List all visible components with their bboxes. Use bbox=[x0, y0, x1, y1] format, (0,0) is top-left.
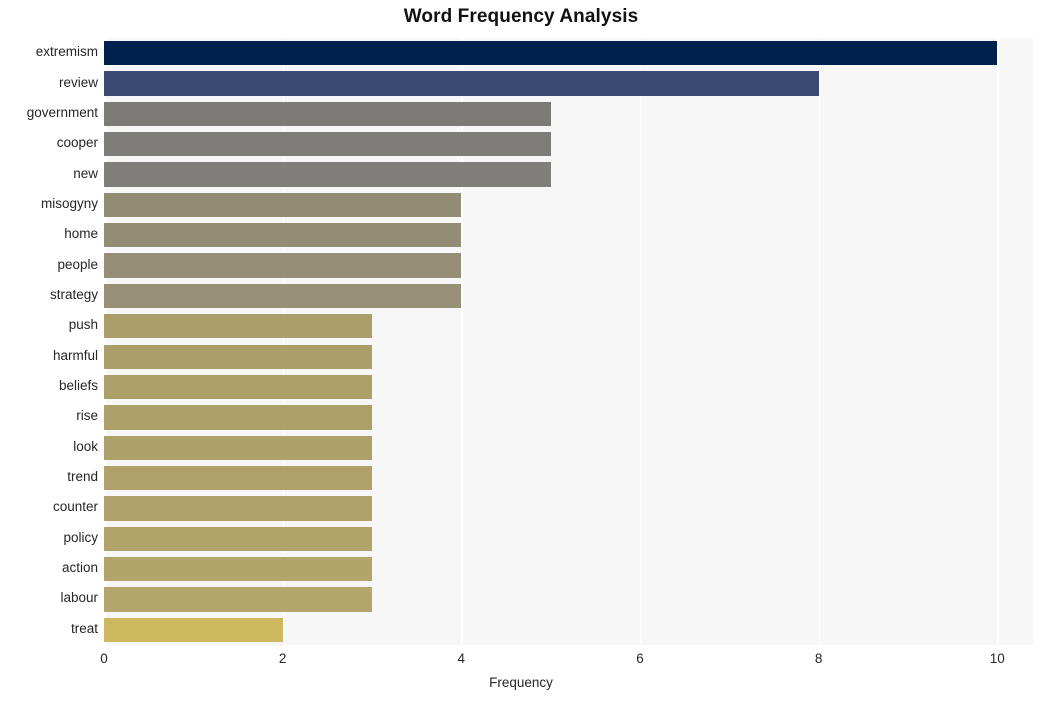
y-tick-label-cooper: cooper bbox=[56, 135, 98, 151]
bar-row bbox=[104, 101, 1033, 126]
y-tick-label-extremism: extremism bbox=[35, 44, 98, 60]
chart-figure: Word Frequency Analysis extremism review g… bbox=[0, 0, 1042, 701]
bar-row bbox=[104, 344, 1033, 369]
bar-cooper[interactable] bbox=[104, 132, 551, 157]
bar-row bbox=[104, 435, 1033, 460]
bar-new[interactable] bbox=[104, 162, 551, 187]
bar-row bbox=[104, 496, 1033, 521]
y-tick-label-trend: trend bbox=[67, 469, 98, 485]
bar-review[interactable] bbox=[104, 71, 819, 96]
x-axis-tick-labels: 0 2 4 6 8 10 bbox=[0, 651, 1042, 671]
bar-row bbox=[104, 162, 1033, 187]
y-tick-label-people: people bbox=[57, 256, 98, 272]
bar-row bbox=[104, 192, 1033, 218]
bar-people[interactable] bbox=[104, 253, 462, 278]
x-axis-title: Frequency bbox=[489, 675, 553, 690]
y-tick-label-harmful: harmful bbox=[52, 347, 98, 363]
bar-row bbox=[104, 374, 1033, 400]
bar-row bbox=[104, 41, 1033, 66]
bar-harmful[interactable] bbox=[104, 344, 372, 369]
bar-row bbox=[104, 617, 1033, 642]
y-tick-label-review: review bbox=[58, 74, 98, 90]
bar-beliefs[interactable] bbox=[104, 374, 372, 400]
bar-row bbox=[104, 405, 1033, 430]
y-tick-label-rise: rise bbox=[76, 408, 98, 424]
x-tick-label-10: 10 bbox=[989, 651, 1005, 666]
bar-look[interactable] bbox=[104, 435, 372, 460]
y-tick-label-new: new bbox=[73, 165, 98, 181]
x-tick-label-8: 8 bbox=[814, 651, 823, 666]
x-tick-label-2: 2 bbox=[278, 651, 287, 666]
x-tick-label-6: 6 bbox=[636, 651, 644, 666]
y-tick-label-push: push bbox=[68, 317, 98, 333]
y-tick-label-government: government bbox=[26, 104, 98, 120]
bar-row bbox=[104, 71, 1033, 96]
bar-row bbox=[104, 223, 1033, 248]
y-tick-label-misogyny: misogyny bbox=[40, 195, 98, 211]
chart-title: Word Frequency Analysis bbox=[403, 6, 639, 27]
plot-area bbox=[104, 38, 1033, 645]
bar-row bbox=[104, 587, 1033, 612]
bar-row bbox=[104, 526, 1033, 551]
bar-row bbox=[104, 465, 1033, 491]
y-tick-label-labour: labour bbox=[60, 590, 98, 606]
bar-extremism[interactable] bbox=[104, 41, 998, 66]
bars-layer bbox=[104, 38, 1033, 645]
y-tick-label-home: home bbox=[64, 226, 98, 242]
bar-row bbox=[104, 253, 1033, 278]
bar-government[interactable] bbox=[104, 101, 551, 126]
y-tick-label-look: look bbox=[73, 438, 98, 454]
bar-home[interactable] bbox=[104, 223, 462, 248]
bar-push[interactable] bbox=[104, 314, 372, 339]
x-tick-label-4: 4 bbox=[457, 651, 466, 666]
y-tick-label-beliefs: beliefs bbox=[58, 378, 98, 394]
bar-row bbox=[104, 314, 1033, 339]
y-tick-label-policy: policy bbox=[63, 529, 98, 545]
bar-treat[interactable] bbox=[104, 617, 283, 642]
y-tick-label-strategy: strategy bbox=[49, 286, 98, 302]
x-tick-label-0: 0 bbox=[100, 651, 108, 666]
bar-row bbox=[104, 556, 1033, 582]
bar-action[interactable] bbox=[104, 556, 372, 582]
bar-row bbox=[104, 132, 1033, 157]
bar-counter[interactable] bbox=[104, 496, 372, 521]
y-tick-label-counter: counter bbox=[52, 499, 98, 515]
y-tick-label-treat: treat bbox=[70, 620, 98, 636]
y-tick-label-action: action bbox=[61, 560, 98, 576]
bar-policy[interactable] bbox=[104, 526, 372, 551]
bar-trend[interactable] bbox=[104, 465, 372, 491]
bar-misogyny[interactable] bbox=[104, 192, 462, 218]
bar-rise[interactable] bbox=[104, 405, 372, 430]
y-axis-tick-labels: extremism review government cooper new misogy… bbox=[0, 38, 98, 645]
bar-strategy[interactable] bbox=[104, 283, 462, 309]
bar-labour[interactable] bbox=[104, 587, 372, 612]
bar-row bbox=[104, 283, 1033, 309]
